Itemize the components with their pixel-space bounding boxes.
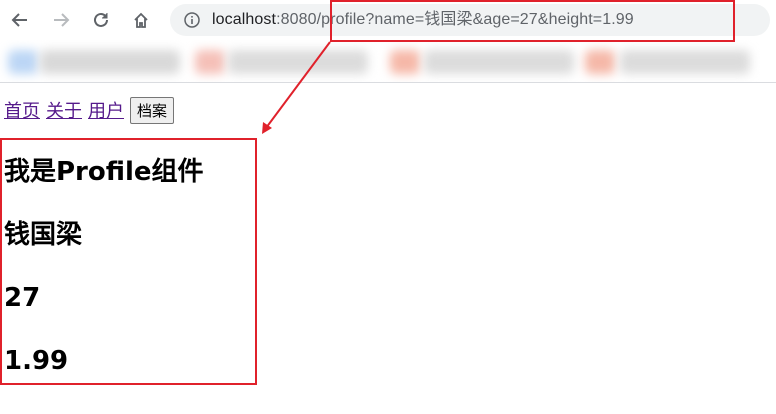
nav-link-home[interactable]: 首页 xyxy=(4,97,40,123)
profile-button[interactable]: 档案 xyxy=(130,96,175,124)
annotation-box-url xyxy=(330,0,735,42)
nav-link-about[interactable]: 关于 xyxy=(46,97,82,123)
forward-arrow-icon[interactable] xyxy=(49,8,73,32)
home-icon[interactable] xyxy=(129,8,153,32)
url-host: localhost xyxy=(212,11,277,28)
reload-icon[interactable] xyxy=(89,8,113,32)
bookmarks-bar-blurred xyxy=(0,40,776,83)
info-icon[interactable] xyxy=(184,12,200,28)
back-arrow-icon[interactable] xyxy=(8,8,32,32)
router-nav: 首页 关于 用户 档案 xyxy=(4,94,175,126)
nav-link-user[interactable]: 用户 xyxy=(88,97,124,123)
annotation-box-content xyxy=(0,138,257,385)
